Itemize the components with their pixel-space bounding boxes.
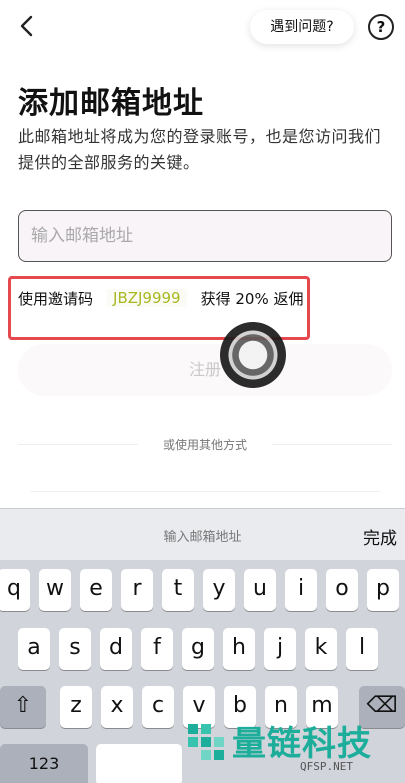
keyboard-input-hint: 输入邮箱地址 [163, 530, 242, 545]
other-methods-divider: 或使用其他方式 [18, 434, 392, 454]
keyboard-toolbar: 输入邮箱地址 完成 [0, 508, 405, 560]
key-l[interactable]: l [346, 628, 378, 670]
page-description: 此邮箱地址将成为您的登录账号，也是您访问我们提供的全部服务的关键。 [18, 127, 382, 172]
key-f[interactable]: f [141, 628, 173, 670]
key-h[interactable]: h [223, 628, 255, 670]
key-w[interactable]: w [39, 569, 71, 611]
key-s[interactable]: s [59, 628, 91, 670]
back-button[interactable] [14, 12, 42, 40]
invite-prefix: 使用邀请码 [18, 289, 94, 308]
invite-suffix: 获得 20% 返佣 [200, 289, 304, 308]
help-icon[interactable]: ? [368, 14, 394, 40]
space-key[interactable] [96, 744, 182, 783]
key-j[interactable]: j [264, 628, 296, 670]
numbers-key[interactable]: 123 [0, 744, 88, 783]
key-r[interactable]: r [121, 569, 153, 611]
invite-row: 使用邀请码 JBZJ9999 获得 20% 返佣 [18, 288, 304, 308]
register-button[interactable]: 注册 [18, 344, 392, 396]
key-x[interactable]: x [101, 686, 133, 728]
key-u[interactable]: u [244, 569, 276, 611]
key-e[interactable]: e [80, 569, 112, 611]
key-k[interactable]: k [305, 628, 337, 670]
done-button[interactable]: 完成 [363, 524, 397, 549]
key-q[interactable]: q [0, 569, 30, 611]
watermark-text: 量链科技 [232, 724, 372, 764]
help-button[interactable]: 遇到问题? [250, 10, 354, 44]
watermark-url: QFSP.NET [300, 760, 353, 773]
alt-login-area [30, 478, 380, 492]
shift-icon: ⇧ [13, 693, 33, 718]
page-title: 添加邮箱地址 [18, 86, 204, 121]
key-g[interactable]: g [182, 628, 214, 670]
key-p[interactable]: p [367, 569, 399, 611]
key-t[interactable]: t [162, 569, 194, 611]
email-input[interactable] [18, 210, 392, 262]
key-y[interactable]: y [203, 569, 235, 611]
key-a[interactable]: a [18, 628, 50, 670]
key-d[interactable]: d [100, 628, 132, 670]
key-c[interactable]: c [142, 686, 174, 728]
key-i[interactable]: i [285, 569, 317, 611]
chevron-left-icon [20, 15, 33, 37]
key-z[interactable]: z [60, 686, 92, 728]
divider-label: 或使用其他方式 [162, 438, 247, 452]
touch-indicator [220, 322, 286, 388]
key-o[interactable]: o [326, 569, 358, 611]
shift-key[interactable]: ⇧ [0, 686, 46, 728]
watermark-logo-icon [188, 724, 224, 760]
watermark: 量链科技 QFSP.NET [182, 712, 405, 783]
invite-code: JBZJ9999 [107, 289, 187, 307]
